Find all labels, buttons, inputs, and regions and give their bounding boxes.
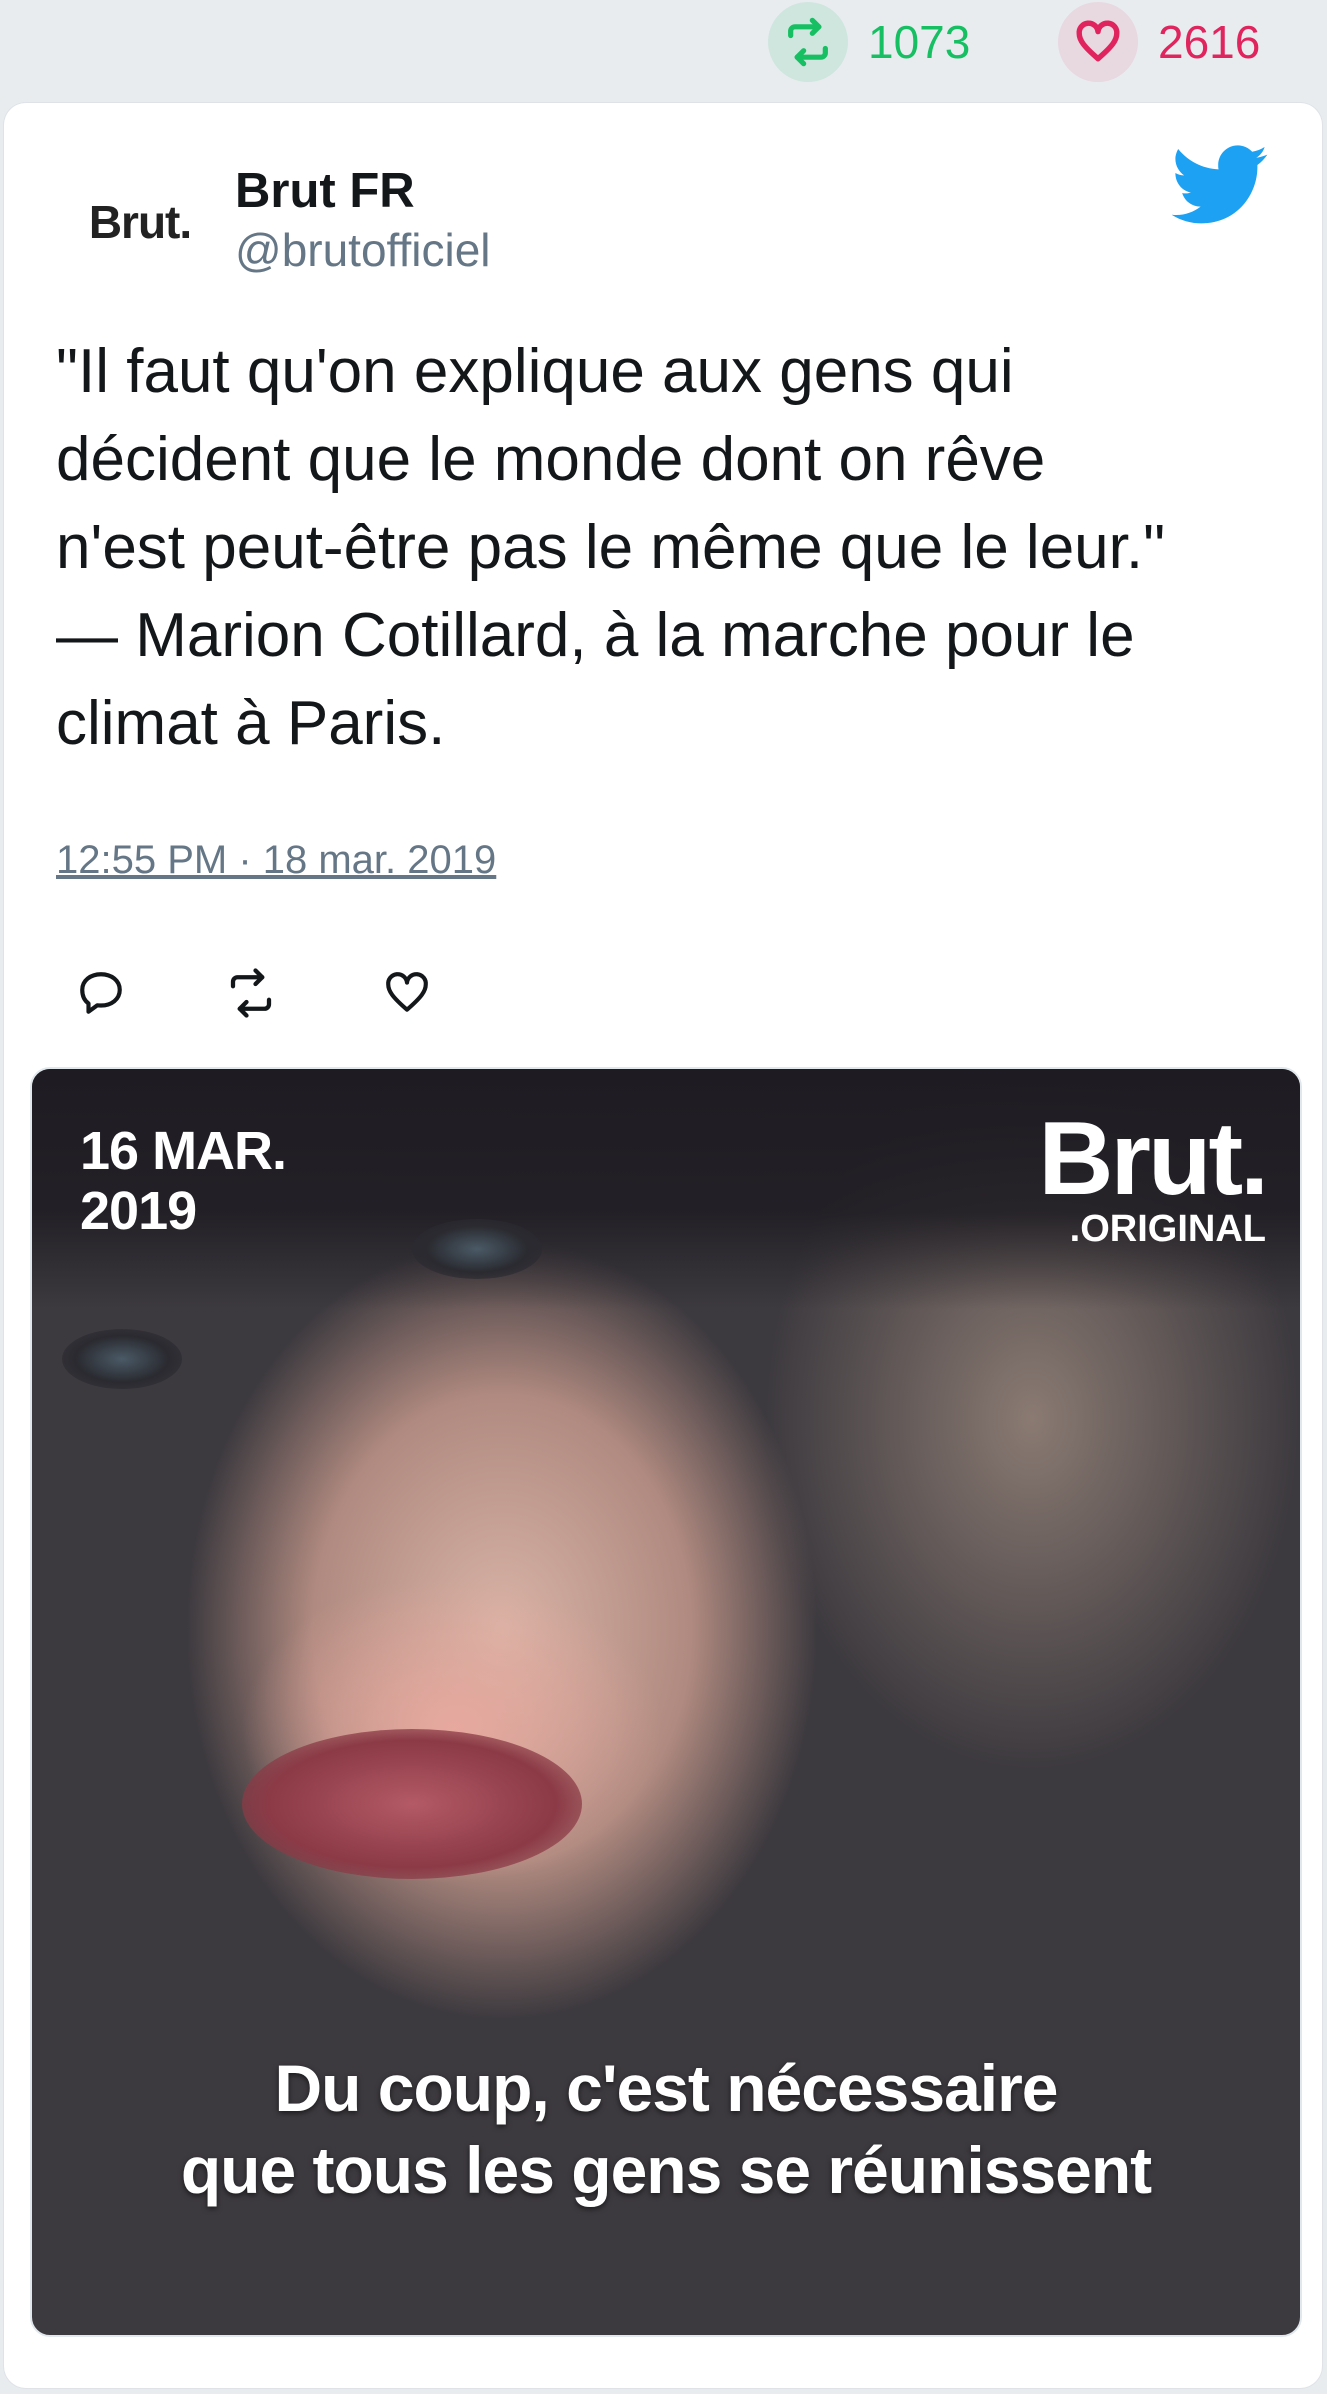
- tweet-stats-bar: 1073 2616: [0, 0, 1327, 100]
- video-subtitle-line: que tous les gens se réunissent: [180, 2133, 1152, 2207]
- brut-original-logo: Brut. .ORIGINAL: [1038, 1101, 1269, 1250]
- reply-icon[interactable]: [66, 958, 136, 1028]
- video-subtitle: Du coup, c'est nécessaire que tous les g…: [32, 2047, 1300, 2211]
- like-count-value: 2616: [1158, 16, 1261, 68]
- video-frame-eye: [412, 1219, 542, 1279]
- video-date-overlay: 16 MAR. 2019: [80, 1121, 287, 1241]
- avatar-logo-text: Brut.: [88, 196, 192, 248]
- tweet-text-line: "Il faut qu'on explique aux gens qui: [56, 337, 1014, 406]
- avatar[interactable]: Brut.: [60, 167, 220, 277]
- video-frame-mouth: [242, 1729, 582, 1879]
- retweet-action-icon[interactable]: [216, 958, 286, 1028]
- twitter-bird-icon[interactable]: [1171, 145, 1270, 225]
- heart-icon[interactable]: [1058, 2, 1138, 82]
- tweet-video-thumbnail[interactable]: 16 MAR. 2019 Brut. .ORIGINAL Du coup, c'…: [30, 1067, 1302, 2337]
- retweet-icon[interactable]: [768, 2, 848, 82]
- tweet-text-line: — Marion Cotillard, à la marche pour le: [56, 601, 1135, 670]
- like-icon[interactable]: [372, 958, 442, 1028]
- author-name[interactable]: Brut FR: [235, 163, 415, 219]
- author-handle[interactable]: @brutofficiel: [235, 223, 491, 277]
- brut-logo-text: Brut.: [1038, 1101, 1269, 1217]
- tweet-card: Brut. Brut FR @brutofficiel "Il faut qu'…: [4, 103, 1322, 2388]
- tweet-timestamp-link[interactable]: 12:55 PM · 18 mar. 2019: [56, 838, 496, 883]
- brut-original-text: .ORIGINAL: [1069, 1208, 1266, 1250]
- retweet-count-value: 1073: [868, 16, 971, 68]
- tweet-text-line: décident que le monde dont on rêve: [56, 425, 1046, 494]
- video-frame-eye: [62, 1329, 182, 1389]
- tweet-text: "Il faut qu'on explique aux gens qui déc…: [56, 328, 1276, 768]
- tweet-text-line: n'est peut-être pas le même que le leur.…: [56, 513, 1166, 582]
- video-date-line: 16 MAR.: [80, 1121, 287, 1181]
- tweet-text-line: climat à Paris.: [56, 689, 446, 758]
- video-subtitle-line: Du coup, c'est nécessaire: [274, 2051, 1058, 2125]
- like-count[interactable]: 2616: [1058, 2, 1261, 82]
- retweet-count[interactable]: 1073: [768, 2, 971, 82]
- video-date-line: 2019: [80, 1181, 197, 1241]
